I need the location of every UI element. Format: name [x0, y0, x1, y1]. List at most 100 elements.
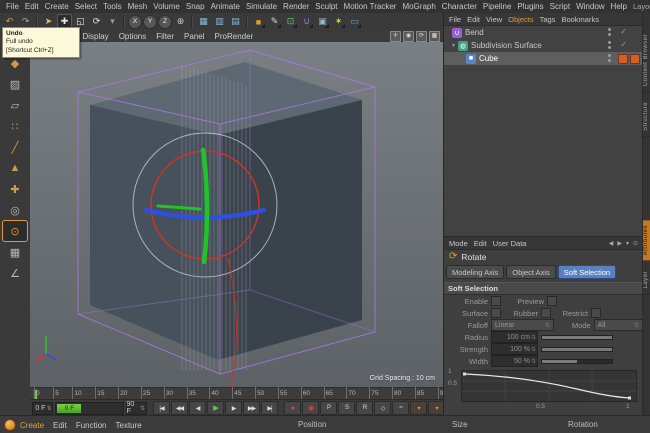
object-manager-menu-item[interactable]: Edit [467, 15, 480, 24]
history-icon[interactable]: ▾ [626, 240, 629, 247]
material-icon[interactable] [4, 419, 16, 431]
record-pla-toggle[interactable]: ≈ [392, 401, 409, 415]
material-menu-item[interactable]: Function [76, 421, 107, 430]
falloff-dropdown[interactable]: Linear ⇅ [491, 319, 554, 331]
workplane-snap-icon[interactable]: ▦ [3, 242, 27, 262]
menu-item[interactable]: MoGraph [399, 2, 438, 11]
menu-item[interactable]: Render [280, 2, 312, 11]
enabled-check-icon[interactable]: ✓ [620, 40, 627, 49]
preview-checkbox[interactable] [547, 296, 557, 306]
dock-tab[interactable]: Attributes [643, 220, 650, 261]
menu-item[interactable]: Mesh [125, 2, 151, 11]
goto-start-button[interactable]: |◀ [153, 401, 170, 415]
snap-icon[interactable]: ⊙ [3, 221, 27, 241]
power-slider[interactable]: 0 F [55, 402, 123, 415]
menu-item[interactable]: Tools [100, 2, 125, 11]
play-button[interactable]: ▶ [207, 401, 224, 415]
attribute-menu-item[interactable]: Edit [474, 239, 487, 248]
menu-item[interactable]: Snap [183, 2, 208, 11]
object-manager-menu-item[interactable]: Tags [540, 15, 556, 24]
visibility-dots[interactable] [608, 28, 611, 36]
viewport-menu-item[interactable]: Options [119, 32, 147, 41]
last-tool-icon[interactable]: ▾ [105, 14, 120, 29]
record-rotation-toggle[interactable]: R [356, 401, 373, 415]
end-frame-field[interactable]: 90 F ⇅ [126, 402, 147, 415]
material-menu-item[interactable]: Edit [53, 421, 67, 430]
material-menu-item[interactable]: Create [20, 421, 44, 430]
lock-y-axis-button[interactable]: Y [143, 15, 157, 29]
strength-field[interactable]: 100 % ⇅ [491, 343, 538, 355]
subdivision-surface-icon[interactable]: ⊡ [283, 14, 298, 29]
spinner-icon[interactable]: ⇅ [46, 405, 51, 412]
dock-tab[interactable]: Layer [643, 266, 650, 295]
prev-key-button[interactable]: ◀◀ [171, 401, 188, 415]
dock-tab[interactable]: Content Browser [643, 29, 650, 92]
menu-item[interactable]: Window [573, 2, 607, 11]
pan-view-icon[interactable]: ✛ [390, 31, 401, 42]
lock-z-axis-button[interactable]: Z [158, 15, 172, 29]
start-frame-field[interactable]: 0 F ⇅ [32, 402, 53, 415]
enable-checkbox[interactable] [491, 296, 501, 306]
viewport-menu-item[interactable]: Panel [184, 32, 204, 41]
record-keyframe-button[interactable]: ● [284, 401, 301, 415]
enable-axis-icon[interactable]: ✚ [3, 179, 27, 199]
menu-item[interactable]: Simulate [243, 2, 280, 11]
spinner-icon[interactable]: ⇅ [531, 334, 536, 341]
menu-item[interactable]: Sculpt [312, 2, 340, 11]
restrict-checkbox[interactable] [591, 308, 601, 318]
rotate-view-icon[interactable]: ⟳ [416, 31, 427, 42]
nav-back-icon[interactable]: ◀ [609, 240, 614, 247]
rubber-checkbox[interactable] [541, 308, 551, 318]
object-tags[interactable] [618, 54, 640, 64]
object-manager[interactable]: ∪ Bend ✓ ▾ ◍ Subdivision Surface ✓ ■ Cub… [444, 26, 643, 237]
record-scale-toggle[interactable]: S [338, 401, 355, 415]
autokey-button[interactable]: ◉ [302, 401, 319, 415]
falloff-curve-editor[interactable]: 1 0.5 0.5 1 [448, 370, 639, 410]
viewport-solo-icon[interactable]: ◎ [3, 200, 27, 220]
object-manager-menu-item[interactable]: View [486, 15, 502, 24]
width-slider[interactable] [541, 359, 613, 364]
viewport-canvas[interactable]: Grid Spacing : 10 cm [30, 42, 443, 387]
toolbar-icon[interactable] [191, 16, 193, 28]
render-picture-viewer-icon[interactable]: ▥ [212, 14, 227, 29]
record-parameter-toggle[interactable]: ◇ [374, 401, 391, 415]
strength-slider[interactable] [541, 347, 613, 352]
render-settings-icon[interactable]: ▤ [228, 14, 243, 29]
edges-mode-icon[interactable]: ╱ [3, 137, 27, 157]
prev-frame-button[interactable]: ◀ [189, 401, 206, 415]
viewport-menu-item[interactable]: Filter [156, 32, 174, 41]
menu-item[interactable]: Character [439, 2, 480, 11]
object-row-cube[interactable]: ■ Cube [444, 52, 643, 65]
object-row-subdivision-surface[interactable]: ▾ ◍ Subdivision Surface ✓ [444, 39, 643, 52]
menu-item[interactable]: Select [72, 2, 100, 11]
menu-item[interactable]: Motion Tracker [341, 2, 400, 11]
attribute-tab[interactable]: Object Axis [506, 265, 556, 279]
spinner-icon[interactable]: ⇅ [531, 346, 536, 353]
dock-tab[interactable]: Structure [643, 97, 650, 137]
floor-icon[interactable]: ▭ [347, 14, 362, 29]
radius-slider[interactable] [541, 335, 613, 340]
attribute-tab[interactable]: Soft Selection [558, 265, 616, 279]
current-frame-handle[interactable]: 0 F [57, 404, 81, 413]
light-icon[interactable]: ✶ [331, 14, 346, 29]
spinner-icon[interactable]: ⇅ [531, 358, 536, 365]
visibility-dots[interactable] [608, 54, 611, 62]
keyframe-selection-dropdown[interactable]: ▾ [410, 401, 427, 415]
next-key-button[interactable]: ▶▶ [243, 401, 260, 415]
render-view-icon[interactable]: ▦ [196, 14, 211, 29]
menu-item[interactable]: File [3, 2, 22, 11]
toolbar-icon[interactable] [246, 16, 248, 28]
points-mode-icon[interactable]: ∷ [3, 116, 27, 136]
menu-item[interactable]: Volume [150, 2, 183, 11]
toggle-views-icon[interactable]: ▦ [429, 31, 440, 42]
object-manager-menu-item[interactable]: Objects [508, 15, 533, 24]
spinner-icon[interactable]: ⇅ [140, 405, 145, 412]
coordinate-system-icon[interactable]: ⊕ [173, 14, 188, 29]
attribute-menu-item[interactable]: User Data [493, 239, 527, 248]
menu-item[interactable]: Pipeline [480, 2, 514, 11]
texture-mode-icon[interactable]: ▨ [3, 74, 27, 94]
nav-forward-icon[interactable]: ▶ [617, 240, 622, 247]
menu-item[interactable]: Create [42, 2, 72, 11]
toolbar-icon[interactable] [123, 16, 125, 28]
width-field[interactable]: 50 % ⇅ [491, 355, 538, 367]
